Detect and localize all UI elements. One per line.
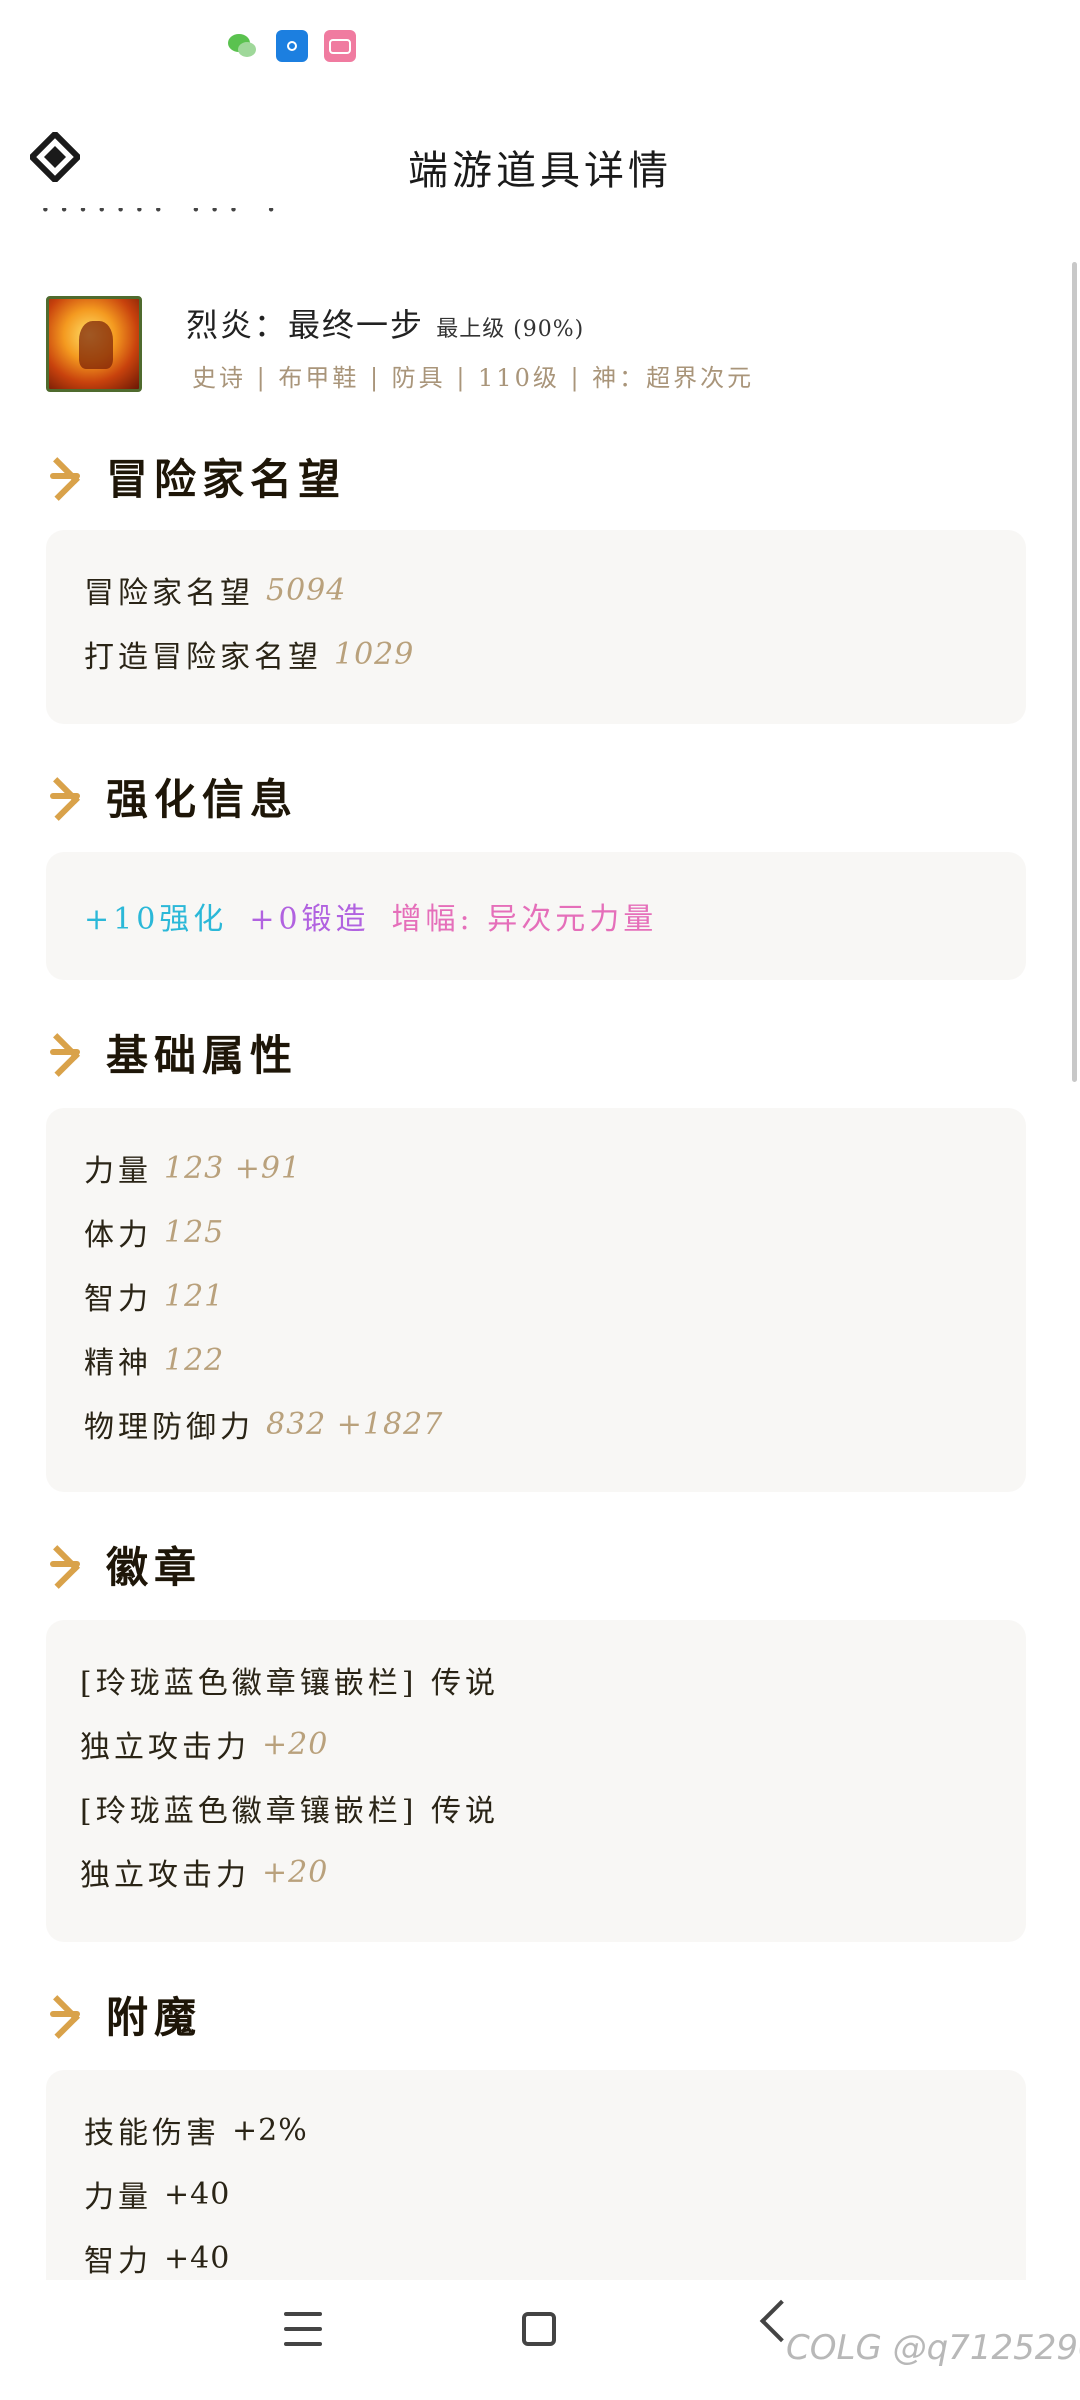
item-name: 烈炎：最终一步 最上级 (90%) — [186, 300, 584, 346]
row-value: +20 — [262, 1854, 329, 1890]
page-title: 端游道具详情 — [408, 148, 672, 194]
radio-icon — [276, 30, 308, 62]
list-item: 独立攻击力 +20 — [80, 1712, 988, 1776]
item-thumbnail — [46, 296, 142, 392]
row-value: +40 — [164, 2240, 231, 2276]
row-value: 122 — [164, 1342, 225, 1378]
row-value: 125 — [164, 1214, 225, 1250]
row-label: 智力 — [84, 2244, 152, 2279]
row-label: 精神 — [84, 1346, 152, 1381]
row-label: 体力 — [84, 1218, 152, 1253]
home-icon[interactable] — [522, 2312, 556, 2346]
row-label: 智力 — [84, 1282, 152, 1317]
row-value: 5094 — [266, 572, 347, 608]
row-label: 打造冒险家名望 — [84, 640, 322, 675]
row-label: 独立攻击力 — [80, 1858, 250, 1893]
row-value: +40 — [164, 2176, 231, 2212]
item-meta: 史诗 | 布甲鞋 | 防具 | 110级 | 神：超界次元 — [192, 364, 755, 392]
list-item: 技能伤害 +2% — [84, 2098, 988, 2162]
item-grade: 最上级 (90%) — [436, 317, 585, 342]
row-value: 121 — [164, 1278, 225, 1314]
row-label: 物理防御力 — [84, 1410, 254, 1445]
section-title-reputation: 冒险家名望 — [46, 446, 346, 506]
row-value: 832 +1827 — [266, 1406, 444, 1442]
list-item: [玲珑蓝色徽章镶嵌栏] 传说 — [80, 1776, 988, 1840]
menu-icon[interactable] — [284, 2312, 322, 2346]
row-label: 技能伤害 — [84, 2116, 220, 2151]
arrow-right-icon — [46, 1032, 86, 1072]
list-item: 冒险家名望 5094 — [84, 558, 988, 622]
bilibili-icon — [324, 30, 356, 62]
emblem-card: [玲珑蓝色徽章镶嵌栏] 传说 独立攻击力 +20 [玲珑蓝色徽章镶嵌栏] 传说 独… — [46, 1620, 1026, 1942]
list-item: 体力 125 — [84, 1200, 988, 1264]
row-value: +2% — [232, 2112, 308, 2148]
scrolled-text-fragment: ······· ··· · — [40, 208, 285, 230]
amplify-info: 增幅: 异次元力量 — [391, 902, 658, 937]
enhance-row: +10强化 +0锻造 增幅: 异次元力量 — [84, 884, 988, 948]
list-item: 精神 122 — [84, 1328, 988, 1392]
row-value: +20 — [262, 1726, 329, 1762]
row-label: 冒险家名望 — [84, 576, 254, 611]
section-title-emblem: 徽章 — [46, 1534, 202, 1594]
section-title-enchant: 附魔 — [46, 1984, 202, 2044]
forge-level: +0锻造 — [249, 902, 370, 937]
row-label: 独立攻击力 — [80, 1730, 250, 1765]
enhance-card: +10强化 +0锻造 增幅: 异次元力量 — [46, 852, 1026, 980]
section-heading: 冒险家名望 — [106, 454, 347, 504]
section-heading: 强化信息 — [106, 774, 299, 824]
list-item: 智力 121 — [84, 1264, 988, 1328]
arrow-right-icon — [46, 776, 86, 816]
row-label: 力量 — [84, 2180, 152, 2215]
row-value: 123 +91 — [164, 1150, 302, 1186]
enhance-level: +10强化 — [84, 902, 228, 937]
section-title-base-attrs: 基础属性 — [46, 1022, 298, 1082]
list-item: 独立攻击力 +20 — [80, 1840, 988, 1904]
arrow-right-icon — [46, 1994, 86, 2034]
row-label: [玲珑蓝色徽章镶嵌栏] 传说 — [80, 1666, 499, 1701]
reputation-card: 冒险家名望 5094 打造冒险家名望 1029 — [46, 530, 1026, 724]
item-name-text: 烈炎：最终一步 — [186, 306, 425, 344]
section-title-enhance: 强化信息 — [46, 766, 298, 826]
row-value: 1029 — [334, 636, 415, 672]
status-bar — [0, 0, 1080, 90]
section-heading: 徽章 — [106, 1542, 203, 1592]
section-heading: 附魔 — [106, 1992, 203, 2042]
arrow-right-icon — [46, 1544, 86, 1584]
list-item: 物理防御力 832 +1827 — [84, 1392, 988, 1456]
section-heading: 基础属性 — [106, 1030, 299, 1080]
list-item: 力量 123 +91 — [84, 1136, 988, 1200]
scrollbar[interactable] — [1072, 262, 1077, 1082]
list-item: 力量 +40 — [84, 2162, 988, 2226]
arrow-right-icon — [46, 456, 86, 496]
row-label: [玲珑蓝色徽章镶嵌栏] 传说 — [80, 1794, 499, 1829]
base-attrs-card: 力量 123 +91 体力 125 智力 121 精神 122 物理防御力 832 +18… — [46, 1108, 1026, 1492]
list-item: 打造冒险家名望 1029 — [84, 622, 988, 686]
wechat-icon — [226, 30, 258, 62]
item-header: 烈炎：最终一步 最上级 (90%) 史诗 | 布甲鞋 | 防具 | 110级 |… — [46, 296, 1046, 402]
row-label: 力量 — [84, 1154, 152, 1189]
watermark: COLG @q7125290 — [786, 2328, 1080, 2368]
list-item: [玲珑蓝色徽章镶嵌栏] 传说 — [80, 1648, 988, 1712]
